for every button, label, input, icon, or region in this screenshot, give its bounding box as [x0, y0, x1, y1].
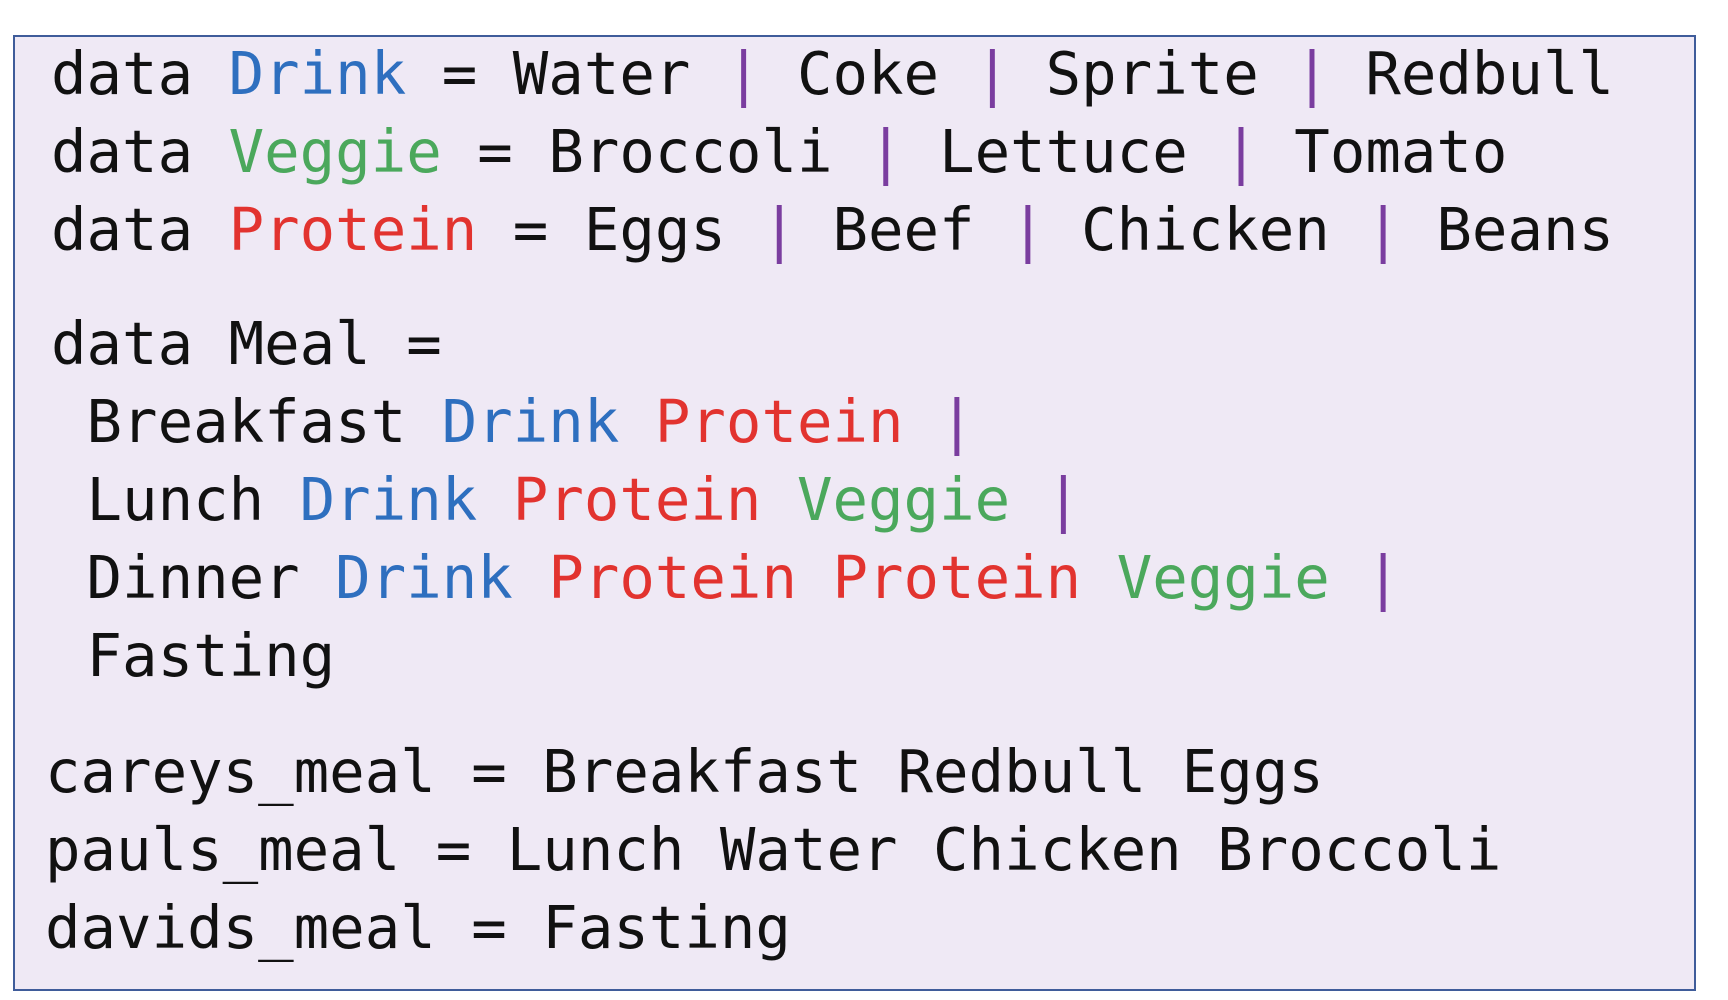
code-text: Fasting	[51, 621, 336, 690]
code-text: = Eggs	[477, 195, 762, 264]
pipe-separator: |	[1010, 195, 1046, 264]
pipe-separator: |	[761, 195, 797, 264]
pipe-separator: |	[1365, 195, 1401, 264]
pipe-separator: |	[1045, 465, 1082, 534]
code-text: data Meal =	[51, 309, 442, 378]
code-text: Tomato	[1258, 117, 1508, 186]
data-protein-line: data Protein = Eggs | Beef | Chicken | B…	[51, 191, 1614, 269]
breakfast-line: Breakfast Drink Protein |	[51, 383, 975, 461]
code-snippet-panel: data Drink = Water | Coke | Sprite | Red…	[13, 35, 1696, 991]
lunch-line: Lunch Drink Protein Veggie |	[51, 461, 1082, 539]
pipe-separator: |	[868, 117, 904, 186]
fasting-line: Fasting	[51, 617, 336, 695]
code-text: data	[51, 39, 229, 108]
pipe-separator: |	[725, 39, 762, 108]
code-text: Beans	[1400, 195, 1615, 264]
code-text: data	[51, 195, 229, 264]
code-text: Sprite	[1010, 39, 1295, 108]
veggie-type-name: Veggie	[228, 117, 442, 186]
code-text: careys_meal = Breakfast Redbull Eggs	[45, 737, 1324, 806]
pipe-separator: |	[1294, 39, 1330, 108]
drink-type-name: Drink	[335, 543, 513, 612]
pipe-separator: |	[1223, 117, 1259, 186]
code-text: = Water	[406, 39, 726, 108]
pipe-separator: |	[939, 387, 975, 456]
code-text: Breakfast	[51, 387, 442, 456]
dinner-line: Dinner Drink Protein Protein Veggie |	[51, 539, 1401, 617]
data-drink-line: data Drink = Water | Coke | Sprite | Red…	[51, 35, 1614, 113]
data-meal-line: data Meal =	[51, 305, 442, 383]
davids-meal-line: davids_meal = Fasting	[45, 889, 791, 967]
protein-type-name: Protein	[654, 387, 904, 456]
protein-type-name: Protein	[548, 543, 797, 612]
code-text: Coke	[761, 39, 975, 108]
code-text: Dinner	[51, 543, 336, 612]
data-veggie-line: data Veggie = Broccoli | Lettuce | Tomat…	[51, 113, 1507, 191]
pipe-separator: |	[974, 39, 1011, 108]
code-text: Lettuce	[903, 117, 1224, 186]
protein-type-name: Protein	[512, 465, 762, 534]
code-text: Redbull	[1329, 39, 1614, 108]
drink-type-name: Drink	[441, 387, 620, 456]
protein-type-name: Protein	[832, 543, 1082, 612]
veggie-type-name: Veggie	[796, 465, 1011, 534]
code-text: Beef	[796, 195, 1011, 264]
pipe-separator: |	[1365, 543, 1401, 612]
drink-type-name: Drink	[228, 39, 407, 108]
code-text: pauls_meal = Lunch Water Chicken Broccol…	[45, 815, 1502, 884]
code-text: Chicken	[1045, 195, 1366, 264]
code-text: data	[51, 117, 229, 186]
code-text: davids_meal = Fasting	[45, 893, 791, 962]
code-text: = Broccoli	[441, 117, 869, 186]
drink-type-name: Drink	[299, 465, 478, 534]
code-text: Lunch	[51, 465, 300, 534]
pauls-meal-line: pauls_meal = Lunch Water Chicken Broccol…	[45, 811, 1501, 889]
protein-type-name: Protein	[228, 195, 478, 264]
veggie-type-name: Veggie	[1116, 543, 1330, 612]
careys-meal-line: careys_meal = Breakfast Redbull Eggs	[45, 733, 1324, 811]
